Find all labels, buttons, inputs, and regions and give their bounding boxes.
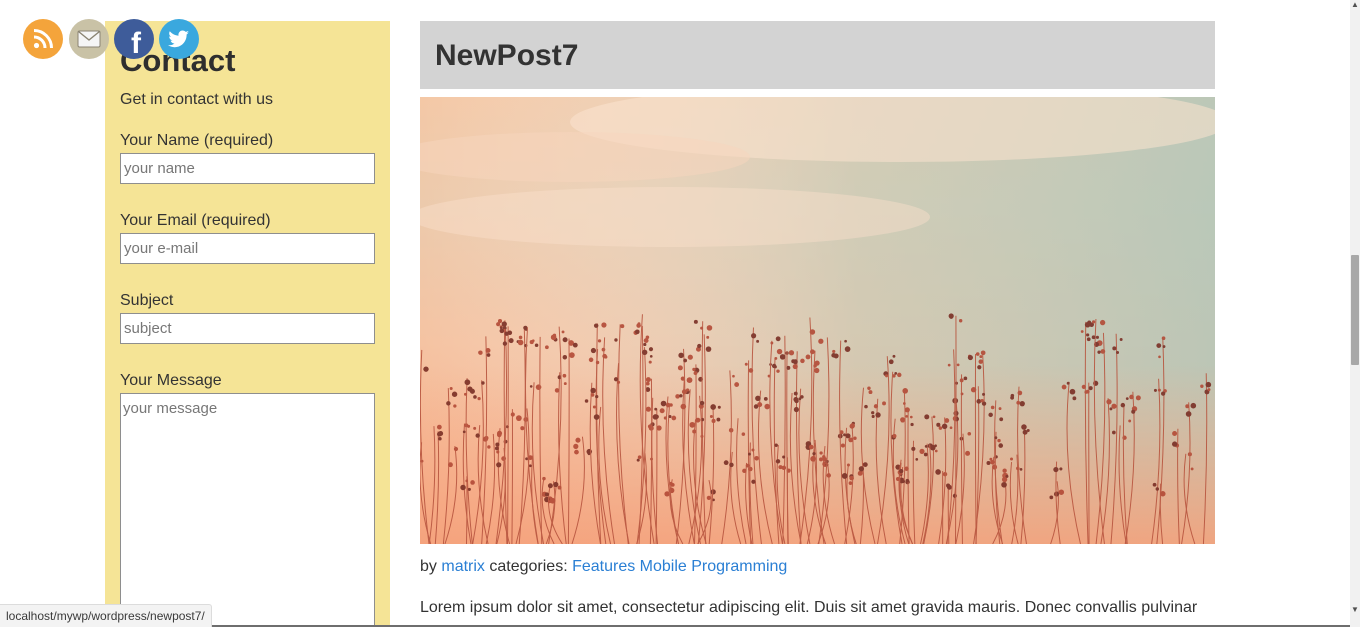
twitter-icon[interactable] bbox=[159, 19, 199, 59]
post-meta: by matrix categories: Features Mobile Pr… bbox=[420, 558, 787, 576]
email-label: Your Email (required) bbox=[120, 212, 271, 229]
facebook-icon[interactable]: f bbox=[114, 19, 154, 60]
mail-icon[interactable] bbox=[69, 19, 109, 59]
post-excerpt: Lorem ipsum dolor sit amet, consectetur … bbox=[420, 599, 1198, 616]
social-icons: f bbox=[23, 19, 203, 61]
author-link[interactable]: matrix bbox=[441, 558, 485, 575]
by-label: by bbox=[420, 558, 437, 575]
rss-icon[interactable] bbox=[23, 19, 63, 59]
scroll-down-icon[interactable]: ▼ bbox=[1351, 605, 1359, 615]
contact-subtitle: Get in contact with us bbox=[120, 91, 273, 108]
categories-label: categories: bbox=[489, 558, 568, 575]
scroll-up-icon[interactable]: ▲ bbox=[1351, 0, 1359, 10]
name-field[interactable] bbox=[120, 153, 375, 184]
page-scrollbar[interactable]: ▲ ▼ bbox=[1350, 0, 1360, 627]
email-field[interactable] bbox=[120, 233, 375, 264]
status-url: localhost/mywp/wordpress/newpost7/ bbox=[0, 604, 212, 627]
scroll-thumb[interactable] bbox=[1351, 255, 1359, 365]
categories-link[interactable]: Features Mobile Programming bbox=[572, 558, 787, 575]
message-field[interactable] bbox=[120, 393, 375, 627]
svg-text:f: f bbox=[131, 27, 142, 59]
post-title[interactable]: NewPost7 bbox=[435, 38, 578, 74]
name-label: Your Name (required) bbox=[120, 132, 274, 149]
post-featured-image bbox=[420, 97, 1215, 544]
subject-field[interactable] bbox=[120, 313, 375, 344]
contact-sidebar: Contact Get in contact with us Your Name… bbox=[105, 21, 390, 627]
message-label: Your Message bbox=[120, 372, 222, 389]
subject-label: Subject bbox=[120, 292, 174, 309]
post-header: NewPost7 bbox=[420, 21, 1215, 89]
